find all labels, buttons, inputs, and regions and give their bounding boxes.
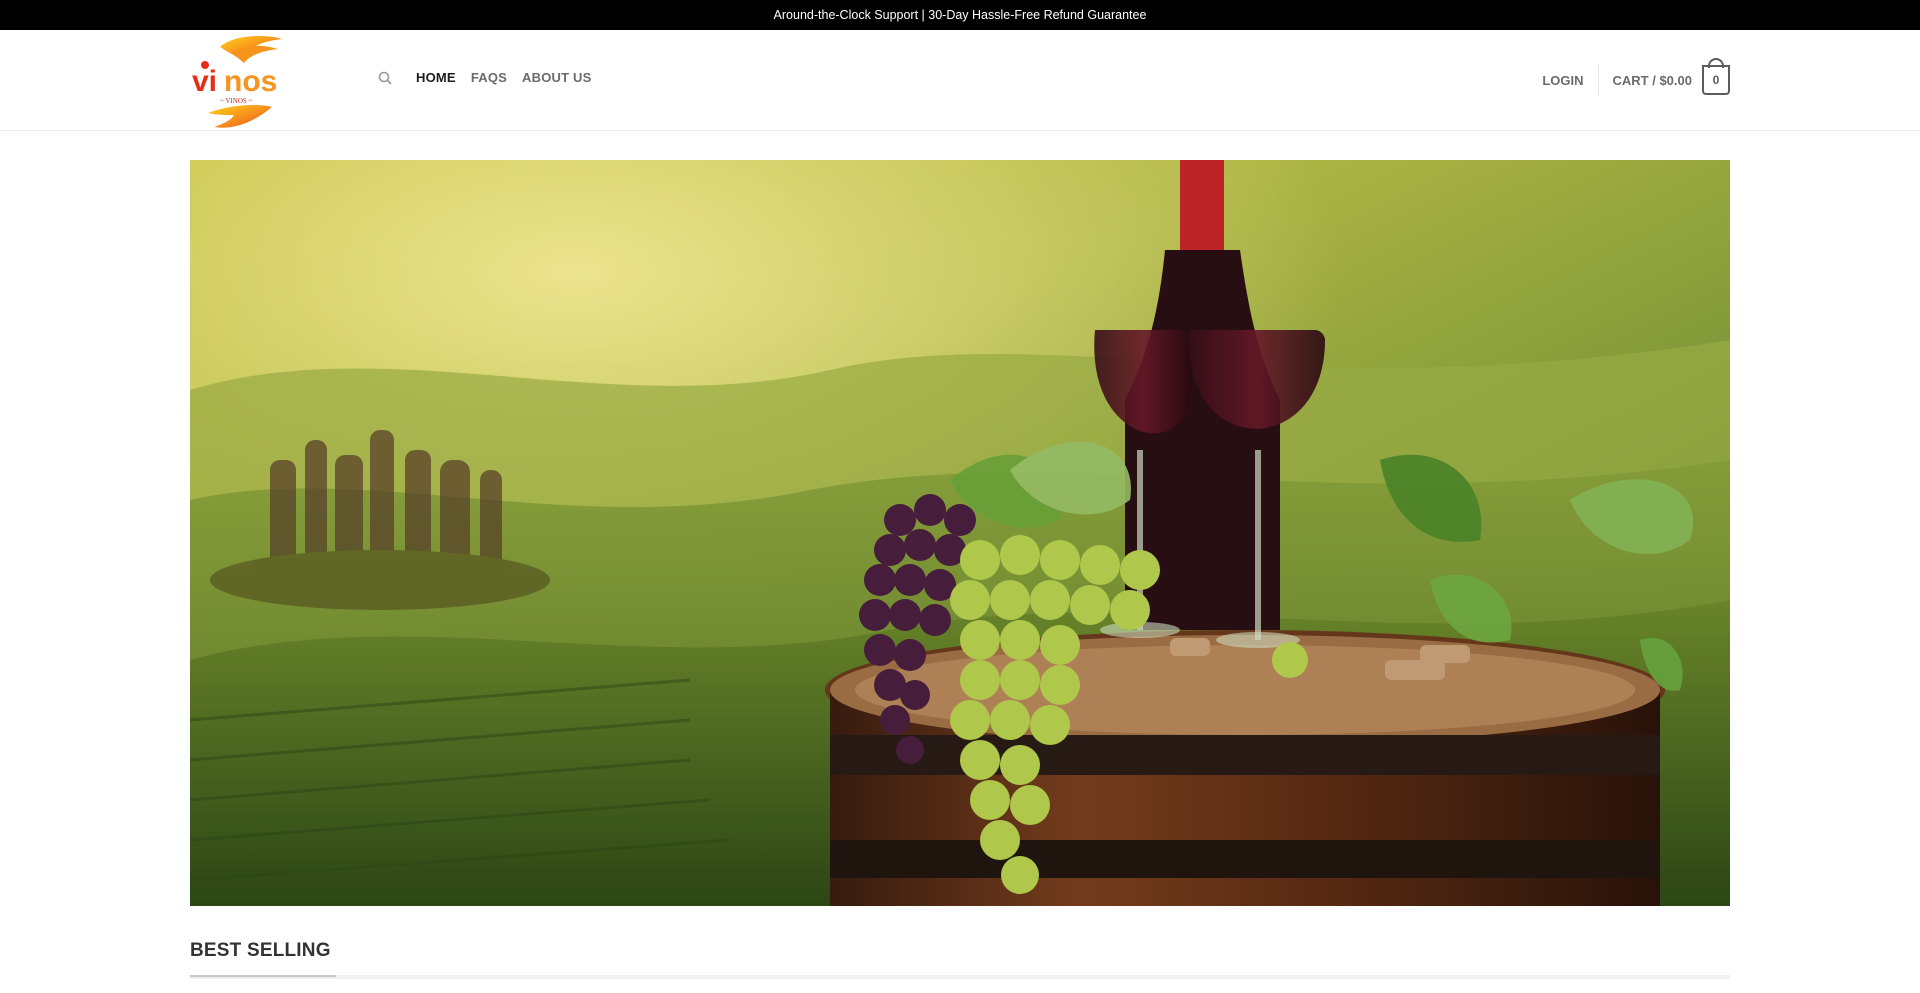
nav-item-about-us[interactable]: ABOUT US <box>522 70 592 85</box>
hero-image <box>190 160 1730 906</box>
site-header: vi nos ~ VINOS ~ HOME FAQS ABOUT US LOGI… <box>0 30 1920 131</box>
account-cart-area: LOGIN CART / $0.00 0 <box>1542 64 1730 96</box>
header-divider <box>1597 65 1599 95</box>
best-selling-heading: BEST SELLING <box>190 940 331 961</box>
hero-banner[interactable] <box>190 160 1730 906</box>
cart-link[interactable]: CART / $0.00 <box>1613 73 1692 88</box>
vinos-logo-graphic: vi nos ~ VINOS ~ <box>192 36 282 128</box>
search-icon[interactable] <box>378 71 392 85</box>
logo-tagline: ~ VINOS ~ <box>220 97 253 105</box>
announcement-bar: Around-the-Clock Support | 30-Day Hassle… <box>0 0 1920 30</box>
nav-item-faqs[interactable]: FAQS <box>471 70 507 85</box>
main-navigation: HOME FAQS ABOUT US <box>378 70 607 85</box>
logo-letters: vi <box>192 65 217 98</box>
site-logo[interactable]: vi nos ~ VINOS ~ <box>190 33 290 129</box>
svg-text:nos: nos <box>224 65 277 98</box>
nav-item-home[interactable]: HOME <box>416 70 456 85</box>
section-divider <box>190 975 1730 979</box>
cart-count-badge[interactable]: 0 <box>1702 65 1730 95</box>
login-link[interactable]: LOGIN <box>1542 73 1583 88</box>
section-divider-accent <box>190 975 336 977</box>
announcement-text: Around-the-Clock Support | 30-Day Hassle… <box>773 8 1147 22</box>
